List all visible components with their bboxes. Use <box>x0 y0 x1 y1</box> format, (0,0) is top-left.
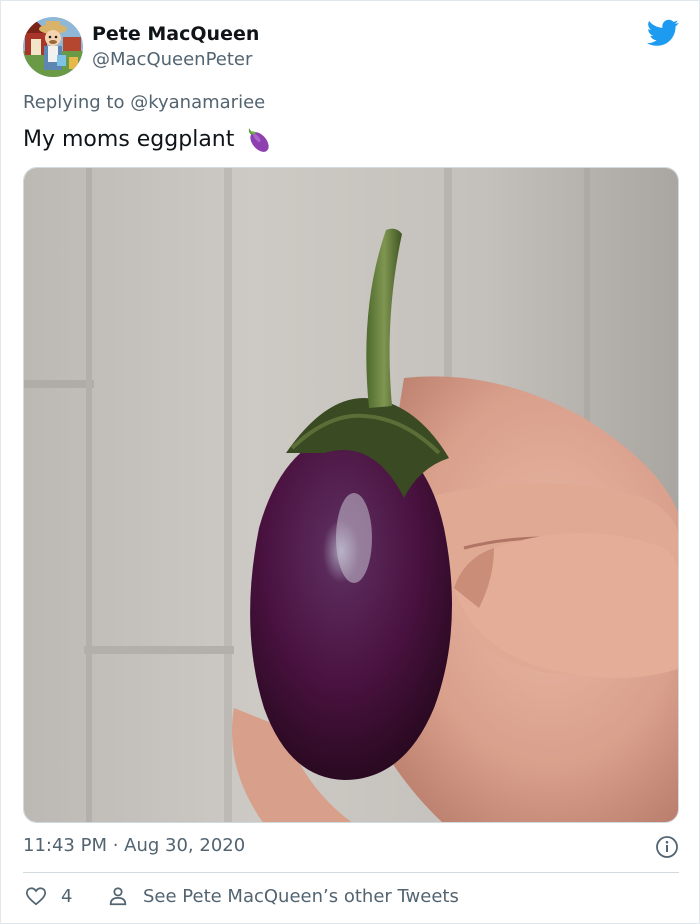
eggplant-emoji-icon <box>244 124 274 154</box>
tweet-text-content: My moms eggplant <box>23 126 235 152</box>
info-icon[interactable] <box>655 835 679 859</box>
twitter-bird-icon[interactable] <box>646 19 679 47</box>
tweet-timestamp[interactable]: 11:43 PM · Aug 30, 2020 <box>23 835 245 856</box>
like-count: 4 <box>61 886 73 907</box>
author-handle[interactable]: @MacQueenPeter <box>92 49 252 70</box>
embedded-tweet-card: Pete MacQueen @MacQueenPeter Replying to… <box>0 0 700 924</box>
reply-prefix: Replying to <box>23 92 131 113</box>
cartoon-avatar-icon <box>23 17 83 77</box>
divider <box>23 872 679 873</box>
other-tweets-link[interactable]: See Pete MacQueen’s other Tweets <box>143 886 459 907</box>
replying-to-line: Replying to @kyanamariee <box>23 92 265 113</box>
avatar[interactable] <box>23 17 83 77</box>
heart-icon[interactable] <box>25 885 47 907</box>
author-name[interactable]: Pete MacQueen <box>92 23 259 45</box>
eggplant-photo <box>24 168 678 822</box>
tweet-text: My moms eggplant <box>23 124 274 154</box>
person-icon[interactable] <box>107 885 129 907</box>
reply-mention-link[interactable]: @kyanamariee <box>130 92 265 113</box>
tweet-photo[interactable] <box>23 167 679 823</box>
